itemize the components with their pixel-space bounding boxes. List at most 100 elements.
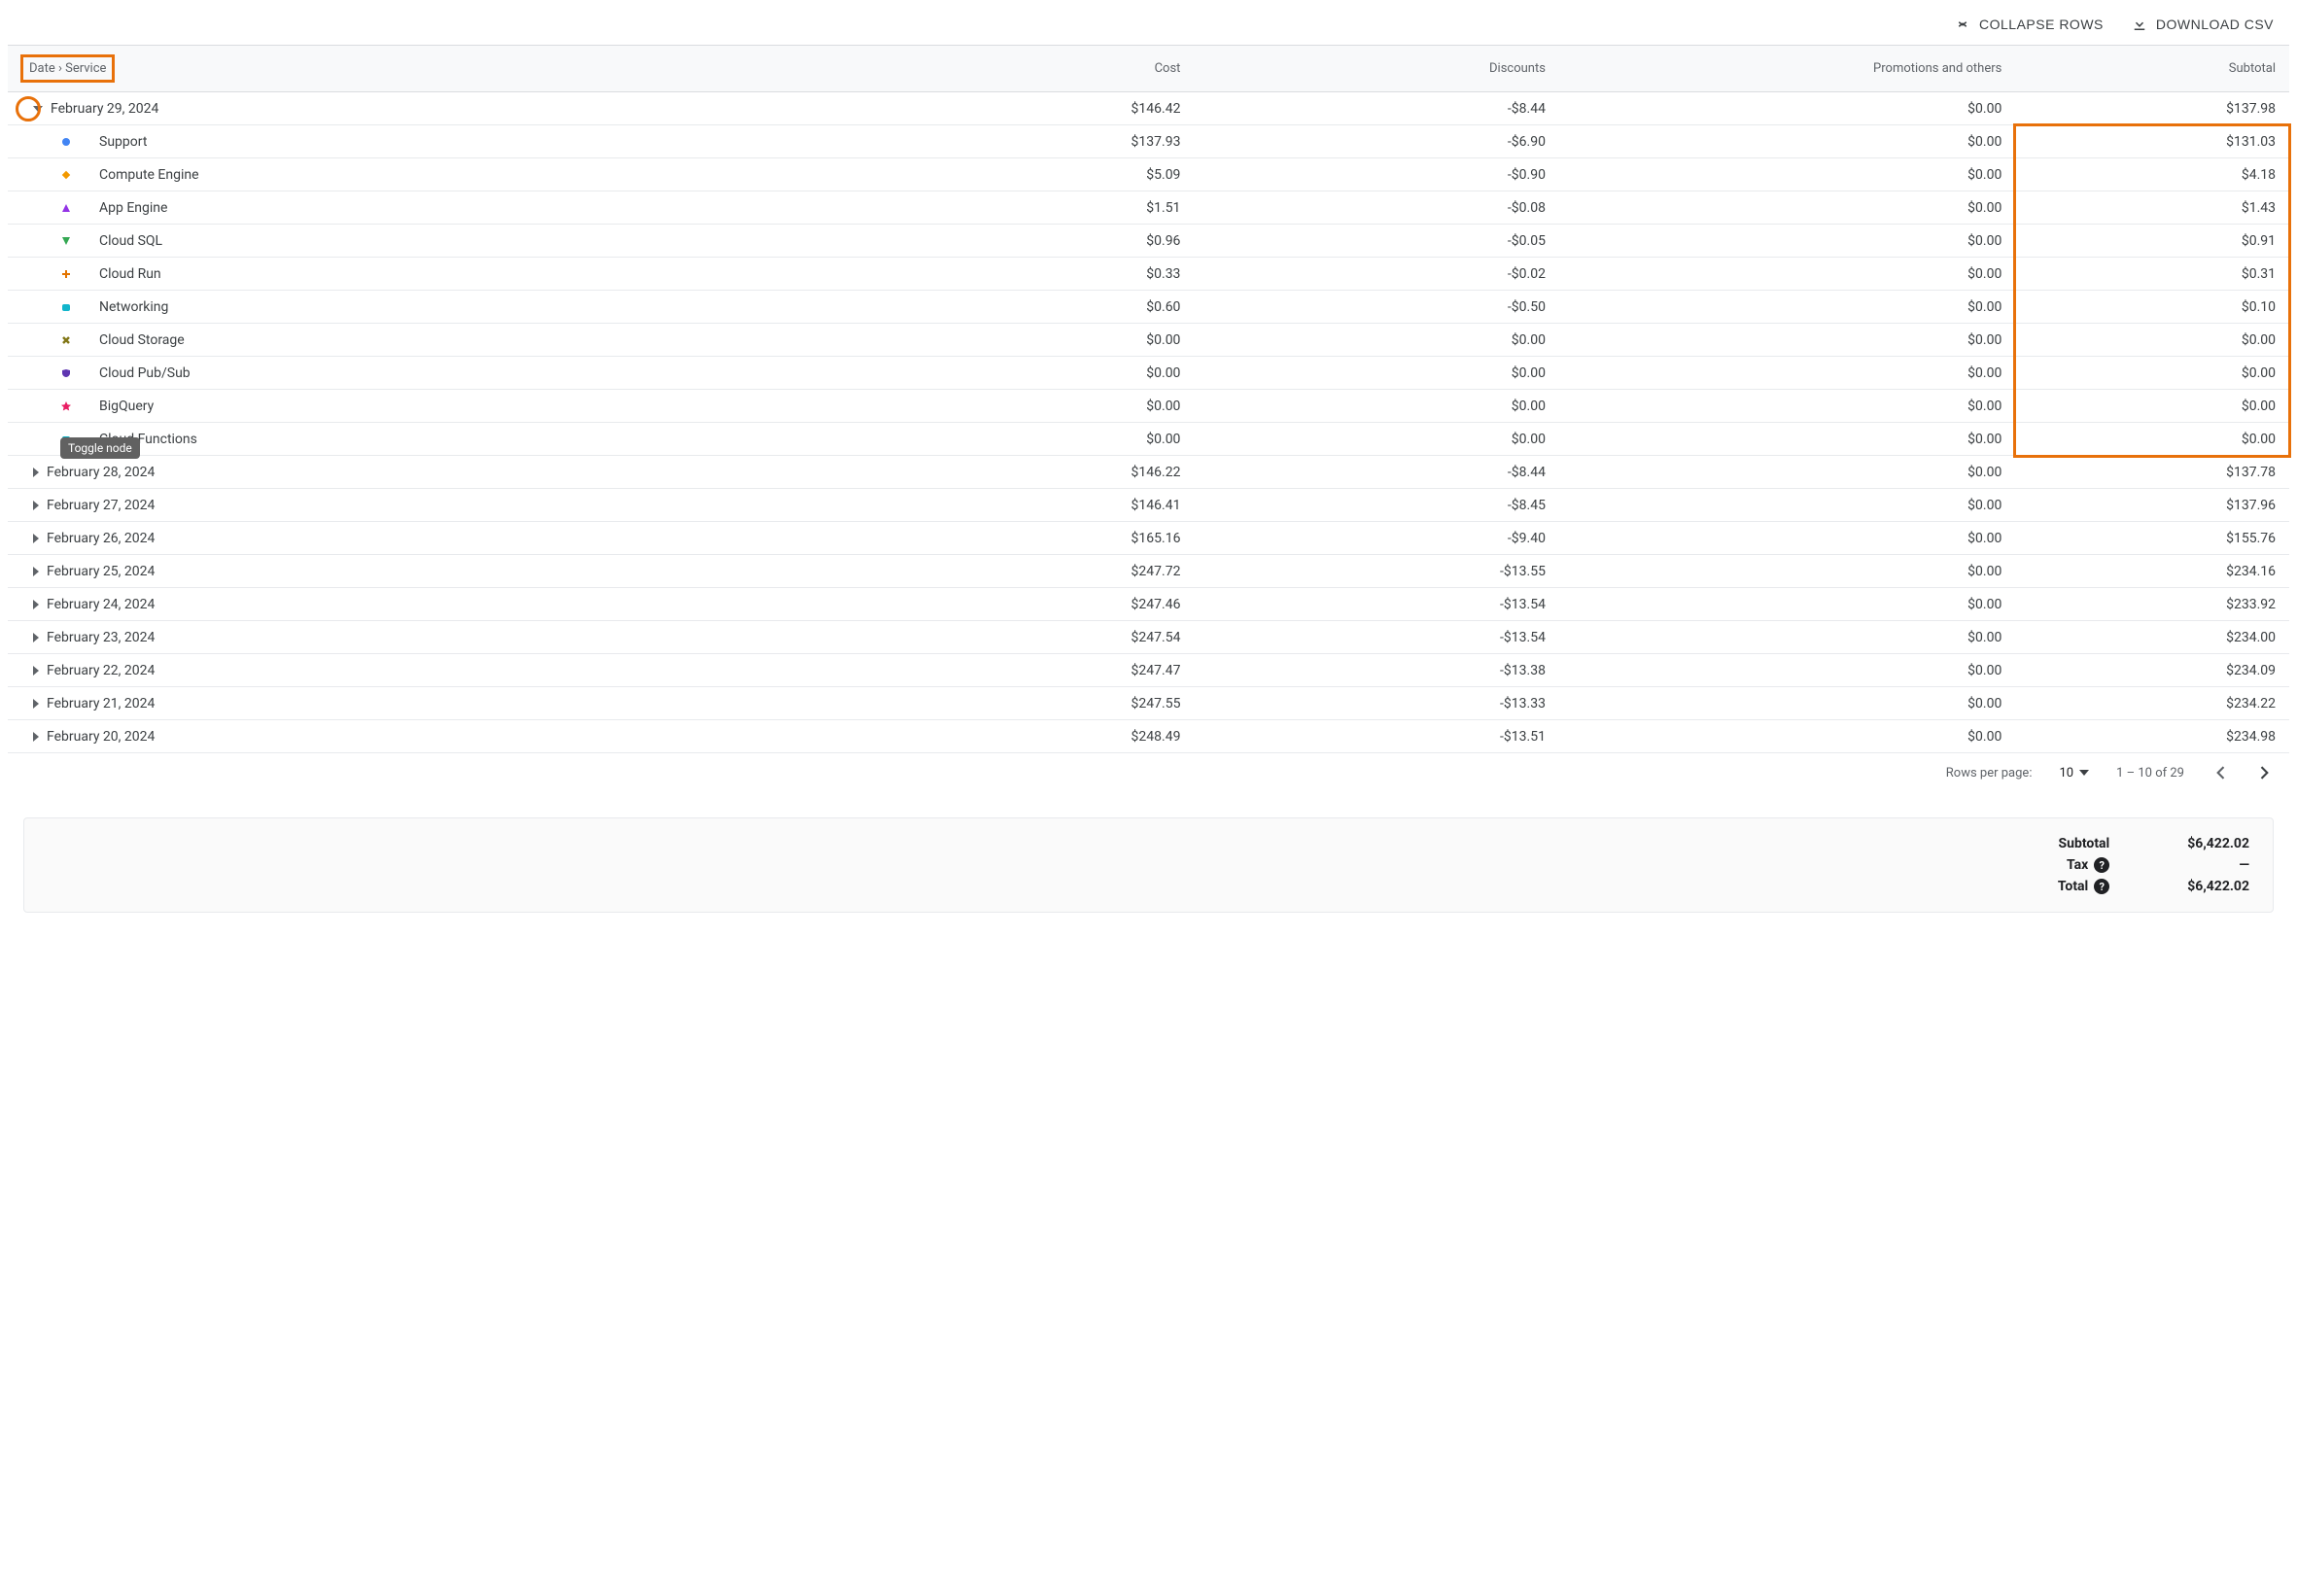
table-row[interactable]: Support $137.93 -$6.90 $0.00 $131.03 bbox=[8, 125, 2289, 158]
cost-cell: $0.00 bbox=[829, 390, 1195, 423]
cost-cell: $165.16 bbox=[829, 522, 1195, 555]
table-row[interactable]: Cloud Pub/Sub $0.00 $0.00 $0.00 $0.00 bbox=[8, 357, 2289, 390]
promotions-cell: $0.00 bbox=[1559, 324, 2015, 357]
service-marker-icon bbox=[60, 136, 72, 148]
summary-panel: Subtotal $6,422.02 Tax ? — Total ? $6,42… bbox=[23, 817, 2274, 913]
subtotal-cell: $234.00 bbox=[2015, 621, 2289, 654]
download-csv-button[interactable]: DOWNLOAD CSV bbox=[2131, 16, 2274, 33]
subtotal-cell: $0.00 bbox=[2015, 324, 2289, 357]
table-row[interactable]: February 21, 2024 $247.55 -$13.33 $0.00 … bbox=[8, 687, 2289, 720]
discounts-cell: -$0.90 bbox=[1194, 158, 1559, 191]
column-header-discounts[interactable]: Discounts bbox=[1194, 46, 1559, 92]
collapse-rows-button[interactable]: COLLAPSE ROWS bbox=[1954, 16, 2104, 33]
subtotal-cell: $137.98 bbox=[2015, 92, 2289, 125]
discounts-cell: -$0.02 bbox=[1194, 258, 1559, 291]
rows-per-page-label: Rows per page: bbox=[1946, 766, 2033, 781]
cost-cell: $0.33 bbox=[829, 258, 1195, 291]
table-row[interactable]: February 22, 2024 $247.47 -$13.38 $0.00 … bbox=[8, 654, 2289, 687]
promotions-cell: $0.00 bbox=[1559, 456, 2015, 489]
date-label: February 28, 2024 bbox=[47, 465, 155, 480]
date-label: February 26, 2024 bbox=[47, 531, 155, 546]
table-row[interactable]: Cloud Functions Toggle node $0.00 $0.00 … bbox=[8, 423, 2289, 456]
subtotal-cell: $0.00 bbox=[2015, 390, 2289, 423]
table-row[interactable]: February 23, 2024 $247.54 -$13.54 $0.00 … bbox=[8, 621, 2289, 654]
cost-cell: $146.41 bbox=[829, 489, 1195, 522]
service-name: Support bbox=[99, 134, 147, 150]
table-row[interactable]: February 29, 2024 $146.42 -$8.44 $0.00 $… bbox=[8, 92, 2289, 125]
column-header-name[interactable]: Date › Service bbox=[8, 46, 829, 92]
expand-toggle-icon[interactable] bbox=[33, 699, 39, 709]
subtotal-cell: $137.78 bbox=[2015, 456, 2289, 489]
next-page-button[interactable] bbox=[2254, 763, 2274, 782]
chevron-down-icon bbox=[2079, 770, 2089, 776]
subtotal-cell: $0.31 bbox=[2015, 258, 2289, 291]
expand-toggle-icon[interactable] bbox=[33, 600, 39, 609]
table-row[interactable]: February 27, 2024 $146.41 -$8.45 $0.00 $… bbox=[8, 489, 2289, 522]
table-row[interactable]: Cloud Run $0.33 -$0.02 $0.00 $0.31 bbox=[8, 258, 2289, 291]
cost-breakdown-table: Date › Service Cost Discounts Promotions… bbox=[8, 45, 2289, 753]
table-row[interactable]: February 26, 2024 $165.16 -$9.40 $0.00 $… bbox=[8, 522, 2289, 555]
service-name: Compute Engine bbox=[99, 167, 199, 183]
promotions-cell: $0.00 bbox=[1559, 125, 2015, 158]
promotions-cell: $0.00 bbox=[1559, 687, 2015, 720]
column-header-cost[interactable]: Cost bbox=[829, 46, 1195, 92]
cost-cell: $0.00 bbox=[829, 423, 1195, 456]
table-row[interactable]: February 25, 2024 $247.72 -$13.55 $0.00 … bbox=[8, 555, 2289, 588]
column-header-promotions[interactable]: Promotions and others bbox=[1559, 46, 2015, 92]
service-marker-icon bbox=[60, 367, 72, 379]
download-icon bbox=[2131, 16, 2148, 33]
rows-per-page-select[interactable]: 10 bbox=[2059, 766, 2089, 781]
promotions-cell: $0.00 bbox=[1559, 720, 2015, 753]
table-row[interactable]: February 28, 2024 $146.22 -$8.44 $0.00 $… bbox=[8, 456, 2289, 489]
subtotal-cell: $0.00 bbox=[2015, 423, 2289, 456]
expand-toggle-icon[interactable] bbox=[33, 468, 39, 477]
table-row[interactable]: February 20, 2024 $248.49 -$13.51 $0.00 … bbox=[8, 720, 2289, 753]
cost-cell: $247.47 bbox=[829, 654, 1195, 687]
date-label: February 23, 2024 bbox=[47, 630, 155, 645]
discounts-cell: $0.00 bbox=[1194, 357, 1559, 390]
help-icon[interactable]: ? bbox=[2094, 879, 2109, 894]
expand-toggle-icon[interactable] bbox=[33, 501, 39, 510]
cost-cell: $0.96 bbox=[829, 225, 1195, 258]
expand-toggle-icon[interactable] bbox=[33, 732, 39, 742]
subtotal-cell: $1.43 bbox=[2015, 191, 2289, 225]
discounts-cell: -$0.50 bbox=[1194, 291, 1559, 324]
cost-cell: $248.49 bbox=[829, 720, 1195, 753]
discounts-cell: -$0.08 bbox=[1194, 191, 1559, 225]
table-toolbar: COLLAPSE ROWS DOWNLOAD CSV bbox=[8, 8, 2289, 45]
table-row[interactable]: Compute Engine $5.09 -$0.90 $0.00 $4.18 bbox=[8, 158, 2289, 191]
highlight-circle bbox=[16, 96, 41, 121]
subtotal-cell: $137.96 bbox=[2015, 489, 2289, 522]
table-row[interactable]: Networking $0.60 -$0.50 $0.00 $0.10 bbox=[8, 291, 2289, 324]
column-header-subtotal[interactable]: Subtotal bbox=[2015, 46, 2289, 92]
expand-toggle-icon[interactable] bbox=[33, 567, 39, 576]
toggle-node-tooltip: Toggle node bbox=[60, 437, 140, 459]
expand-toggle-icon[interactable] bbox=[33, 633, 39, 642]
summary-tax-label: Tax ? bbox=[2058, 857, 2109, 873]
service-name: App Engine bbox=[99, 200, 167, 216]
table-row[interactable]: BigQuery $0.00 $0.00 $0.00 $0.00 bbox=[8, 390, 2289, 423]
subtotal-cell: $0.91 bbox=[2015, 225, 2289, 258]
expand-toggle-icon[interactable] bbox=[33, 534, 39, 543]
cost-cell: $247.54 bbox=[829, 621, 1195, 654]
table-row[interactable]: Cloud Storage $0.00 $0.00 $0.00 $0.00 bbox=[8, 324, 2289, 357]
service-name: Networking bbox=[99, 299, 168, 315]
discounts-cell: $0.00 bbox=[1194, 324, 1559, 357]
table-row[interactable]: February 24, 2024 $247.46 -$13.54 $0.00 … bbox=[8, 588, 2289, 621]
promotions-cell: $0.00 bbox=[1559, 588, 2015, 621]
discounts-cell: -$0.05 bbox=[1194, 225, 1559, 258]
promotions-cell: $0.00 bbox=[1559, 258, 2015, 291]
date-label: February 22, 2024 bbox=[47, 663, 155, 678]
table-row[interactable]: App Engine $1.51 -$0.08 $0.00 $1.43 bbox=[8, 191, 2289, 225]
cost-cell: $137.93 bbox=[829, 125, 1195, 158]
summary-subtotal-value: $6,422.02 bbox=[2187, 836, 2249, 851]
promotions-cell: $0.00 bbox=[1559, 357, 2015, 390]
help-icon[interactable]: ? bbox=[2094, 857, 2109, 873]
collapse-rows-label: COLLAPSE ROWS bbox=[1979, 17, 2104, 32]
prev-page-button[interactable] bbox=[2211, 763, 2231, 782]
table-header-row: Date › Service Cost Discounts Promotions… bbox=[8, 46, 2289, 92]
expand-toggle-icon[interactable] bbox=[33, 666, 39, 676]
service-name: Cloud Storage bbox=[99, 332, 185, 348]
discounts-cell: -$13.55 bbox=[1194, 555, 1559, 588]
table-row[interactable]: Cloud SQL $0.96 -$0.05 $0.00 $0.91 bbox=[8, 225, 2289, 258]
